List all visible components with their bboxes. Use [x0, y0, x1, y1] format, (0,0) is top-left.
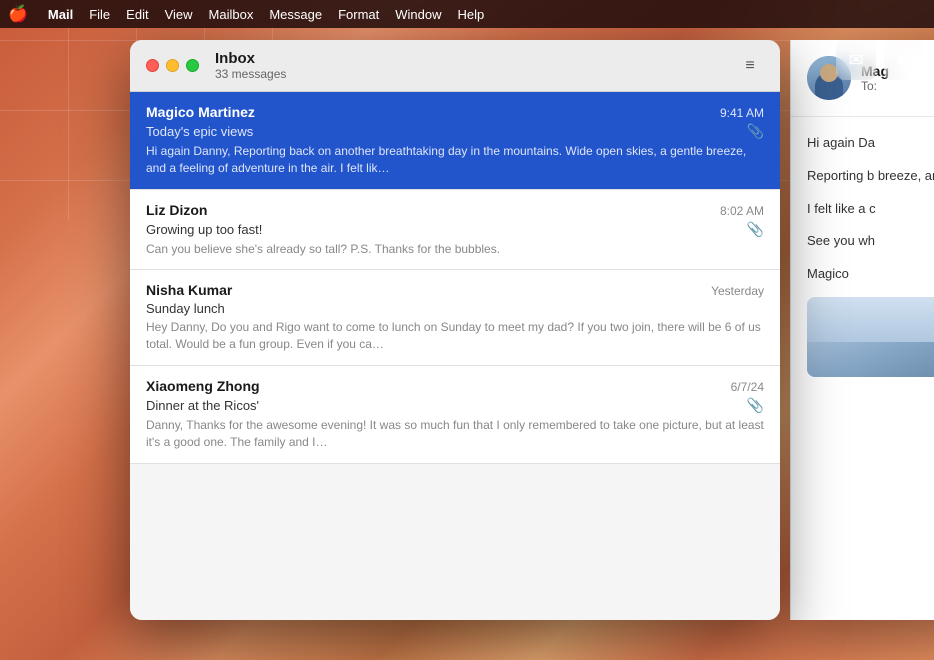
email-row1: Magico Martinez 9:41 AM: [146, 104, 764, 120]
message-paragraph-3: I felt like a c: [807, 199, 934, 220]
email-item-1[interactable]: Magico Martinez 9:41 AM Today's epic vie…: [130, 92, 780, 190]
attachment-icon: 📎: [747, 123, 764, 140]
minimize-button[interactable]: [166, 59, 179, 72]
message-count: 33 messages: [215, 67, 736, 81]
email-preview: Hey Danny, Do you and Rigo want to come …: [146, 319, 764, 353]
email-row2: Sunday lunch: [146, 301, 764, 316]
email-row2: Today's epic views 📎: [146, 123, 764, 140]
filter-button[interactable]: ≡: [736, 52, 764, 80]
email-item-3[interactable]: Nisha Kumar Yesterday Sunday lunch Hey D…: [130, 270, 780, 366]
email-preview: Danny, Thanks for the awesome evening! I…: [146, 417, 764, 451]
email-row2: Dinner at the Ricos' 📎: [146, 397, 764, 414]
menubar-item-mailbox[interactable]: Mailbox: [201, 5, 262, 24]
email-row1: Nisha Kumar Yesterday: [146, 282, 764, 298]
menubar-item-message[interactable]: Message: [261, 5, 330, 24]
menubar: 🍎 Mail File Edit View Mailbox Message Fo…: [0, 0, 934, 28]
menubar-item-file[interactable]: File: [81, 5, 118, 24]
menubar-item-help[interactable]: Help: [450, 5, 493, 24]
email-list[interactable]: Magico Martinez 9:41 AM Today's epic vie…: [130, 92, 780, 620]
mail-window: Inbox 33 messages ≡ Magico Martinez 9:41…: [130, 40, 780, 620]
menubar-item-window[interactable]: Window: [387, 5, 449, 24]
attachment-icon: 📎: [747, 221, 764, 238]
menubar-item-format[interactable]: Format: [330, 5, 387, 24]
title-info: Inbox 33 messages: [215, 50, 736, 81]
titlebar: Inbox 33 messages ≡: [130, 40, 780, 92]
email-sender: Nisha Kumar: [146, 282, 232, 298]
new-mail-button[interactable]: ✉: [836, 40, 876, 80]
apple-menu-icon[interactable]: 🍎: [8, 4, 28, 24]
maximize-button[interactable]: [186, 59, 199, 72]
menubar-item-mail[interactable]: Mail: [40, 5, 81, 24]
email-subject: Dinner at the Ricos': [146, 398, 259, 413]
message-paragraph-4: See you wh: [807, 231, 934, 252]
email-item-4[interactable]: Xiaomeng Zhong 6/7/24 Dinner at the Rico…: [130, 366, 780, 464]
filter-icon: ≡: [745, 57, 754, 75]
email-time: Yesterday: [711, 284, 764, 298]
compose-button[interactable]: ✏: [884, 40, 924, 80]
message-photo: [807, 297, 934, 377]
email-time: 6/7/24: [731, 380, 764, 394]
message-paragraph-2: Reporting b breeze, and: [807, 166, 934, 187]
email-row1: Xiaomeng Zhong 6/7/24: [146, 378, 764, 394]
compose-icon: ✏: [896, 50, 911, 71]
message-to-label: To:: [861, 79, 889, 93]
mail-icon: ✉: [848, 50, 863, 71]
menubar-item-view[interactable]: View: [157, 5, 201, 24]
email-sender: Liz Dizon: [146, 202, 207, 218]
email-subject: Sunday lunch: [146, 301, 225, 316]
toolbar-right: ✉ ✏: [836, 40, 924, 80]
attachment-icon: 📎: [747, 397, 764, 414]
email-sender: Magico Martinez: [146, 104, 255, 120]
email-item-2[interactable]: Liz Dizon 8:02 AM Growing up too fast! 📎…: [130, 190, 780, 271]
message-paragraph-1: Hi again Da: [807, 133, 934, 154]
close-button[interactable]: [146, 59, 159, 72]
mailbox-title: Inbox: [215, 50, 736, 67]
email-subject: Growing up too fast!: [146, 222, 262, 237]
email-row1: Liz Dizon 8:02 AM: [146, 202, 764, 218]
email-preview: Can you believe she's already so tall? P…: [146, 241, 764, 258]
mail-body: Magico Martinez 9:41 AM Today's epic vie…: [130, 92, 780, 620]
menubar-item-edit[interactable]: Edit: [118, 5, 156, 24]
titlebar-actions: ≡: [736, 52, 764, 80]
email-time: 8:02 AM: [720, 204, 764, 218]
email-preview: Hi again Danny, Reporting back on anothe…: [146, 143, 764, 177]
email-time: 9:41 AM: [720, 106, 764, 120]
traffic-lights: [146, 59, 199, 72]
message-paragraph-5: Magico: [807, 264, 934, 285]
email-subject: Today's epic views: [146, 124, 253, 139]
email-sender: Xiaomeng Zhong: [146, 378, 260, 394]
email-row2: Growing up too fast! 📎: [146, 221, 764, 238]
message-panel: Mag To: Hi again Da Reporting b breeze, …: [790, 40, 934, 620]
message-body: Hi again Da Reporting b breeze, and I fe…: [791, 117, 934, 401]
